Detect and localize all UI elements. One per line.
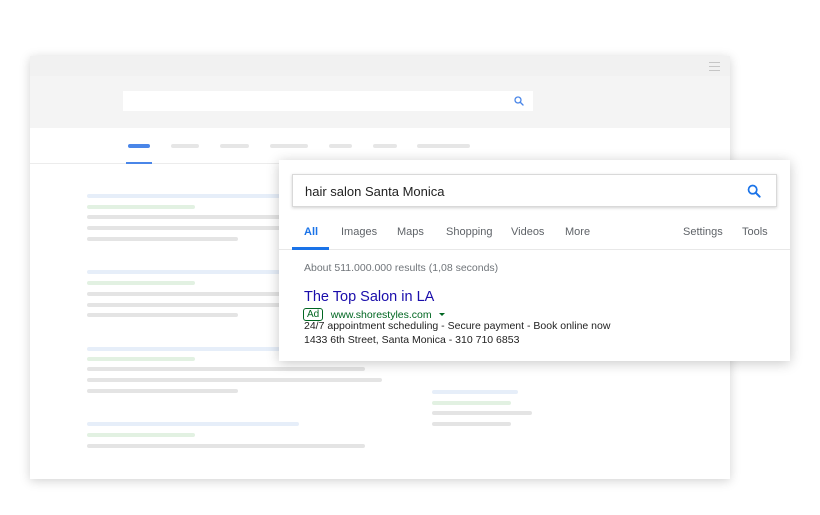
skeleton-line	[87, 215, 287, 219]
search-input[interactable]: hair salon Santa Monica	[292, 174, 777, 207]
placeholder-tab	[373, 144, 397, 148]
ad-description: 24/7 appointment scheduling - Secure pay…	[304, 320, 611, 332]
ad-address: 1433 6th Street, Santa Monica - 310 710 …	[304, 334, 520, 346]
search-query-text[interactable]: hair salon Santa Monica	[305, 184, 444, 199]
skeleton-line	[87, 281, 195, 285]
skeleton-line	[87, 347, 287, 351]
active-tab-underline	[292, 247, 329, 250]
placeholder-tab	[220, 144, 249, 148]
skeleton-line	[87, 367, 365, 371]
skeleton-line	[87, 313, 238, 317]
skeleton-line	[87, 226, 287, 230]
skeleton-line	[87, 433, 195, 437]
background-tabs-placeholder	[30, 128, 730, 164]
skeleton-line	[432, 390, 518, 394]
search-tabs: All Images Maps Shopping Videos More Set…	[279, 222, 790, 250]
placeholder-tab-underline	[126, 162, 152, 164]
tab-more[interactable]: More	[565, 226, 590, 238]
skeleton-line	[432, 411, 532, 415]
tab-settings[interactable]: Settings	[683, 226, 723, 238]
tab-images[interactable]: Images	[341, 226, 377, 238]
background-search-bar	[123, 91, 533, 111]
tab-videos[interactable]: Videos	[511, 226, 544, 238]
skeleton-line	[87, 194, 287, 198]
skeleton-line	[87, 378, 382, 382]
tab-shopping[interactable]: Shopping	[446, 226, 493, 238]
skeleton-line	[87, 292, 287, 296]
skeleton-line	[432, 401, 511, 405]
skeleton-line	[87, 389, 238, 393]
placeholder-tab	[417, 144, 470, 148]
placeholder-tab	[270, 144, 308, 148]
caret-down-icon[interactable]	[439, 313, 446, 317]
ad-url-row: Ad www.shorestyles.com	[303, 306, 446, 322]
placeholder-tab-active	[128, 144, 150, 148]
search-icon	[514, 96, 524, 106]
skeleton-line	[87, 303, 287, 307]
search-results-card: hair salon Santa Monica All Images Maps …	[279, 160, 790, 361]
skeleton-line	[87, 357, 195, 361]
ad-display-url[interactable]: www.shorestyles.com	[331, 309, 432, 321]
skeleton-line	[87, 444, 365, 448]
hamburger-menu-icon[interactable]	[709, 62, 720, 71]
placeholder-tab	[329, 144, 352, 148]
tab-all[interactable]: All	[304, 226, 318, 238]
browser-titlebar	[30, 56, 730, 76]
tab-tools[interactable]: Tools	[742, 226, 768, 238]
skeleton-line	[432, 422, 511, 426]
skeleton-line	[87, 422, 299, 426]
placeholder-tab	[171, 144, 199, 148]
skeleton-line	[87, 205, 195, 209]
background-header	[30, 76, 730, 128]
result-stats: About 511.000.000 results (1,08 seconds)	[304, 262, 499, 274]
search-icon[interactable]	[746, 183, 762, 199]
skeleton-line	[87, 270, 287, 274]
tab-maps[interactable]: Maps	[397, 226, 424, 238]
skeleton-line	[87, 237, 238, 241]
ad-result-title-link[interactable]: The Top Salon in LA	[304, 289, 434, 305]
